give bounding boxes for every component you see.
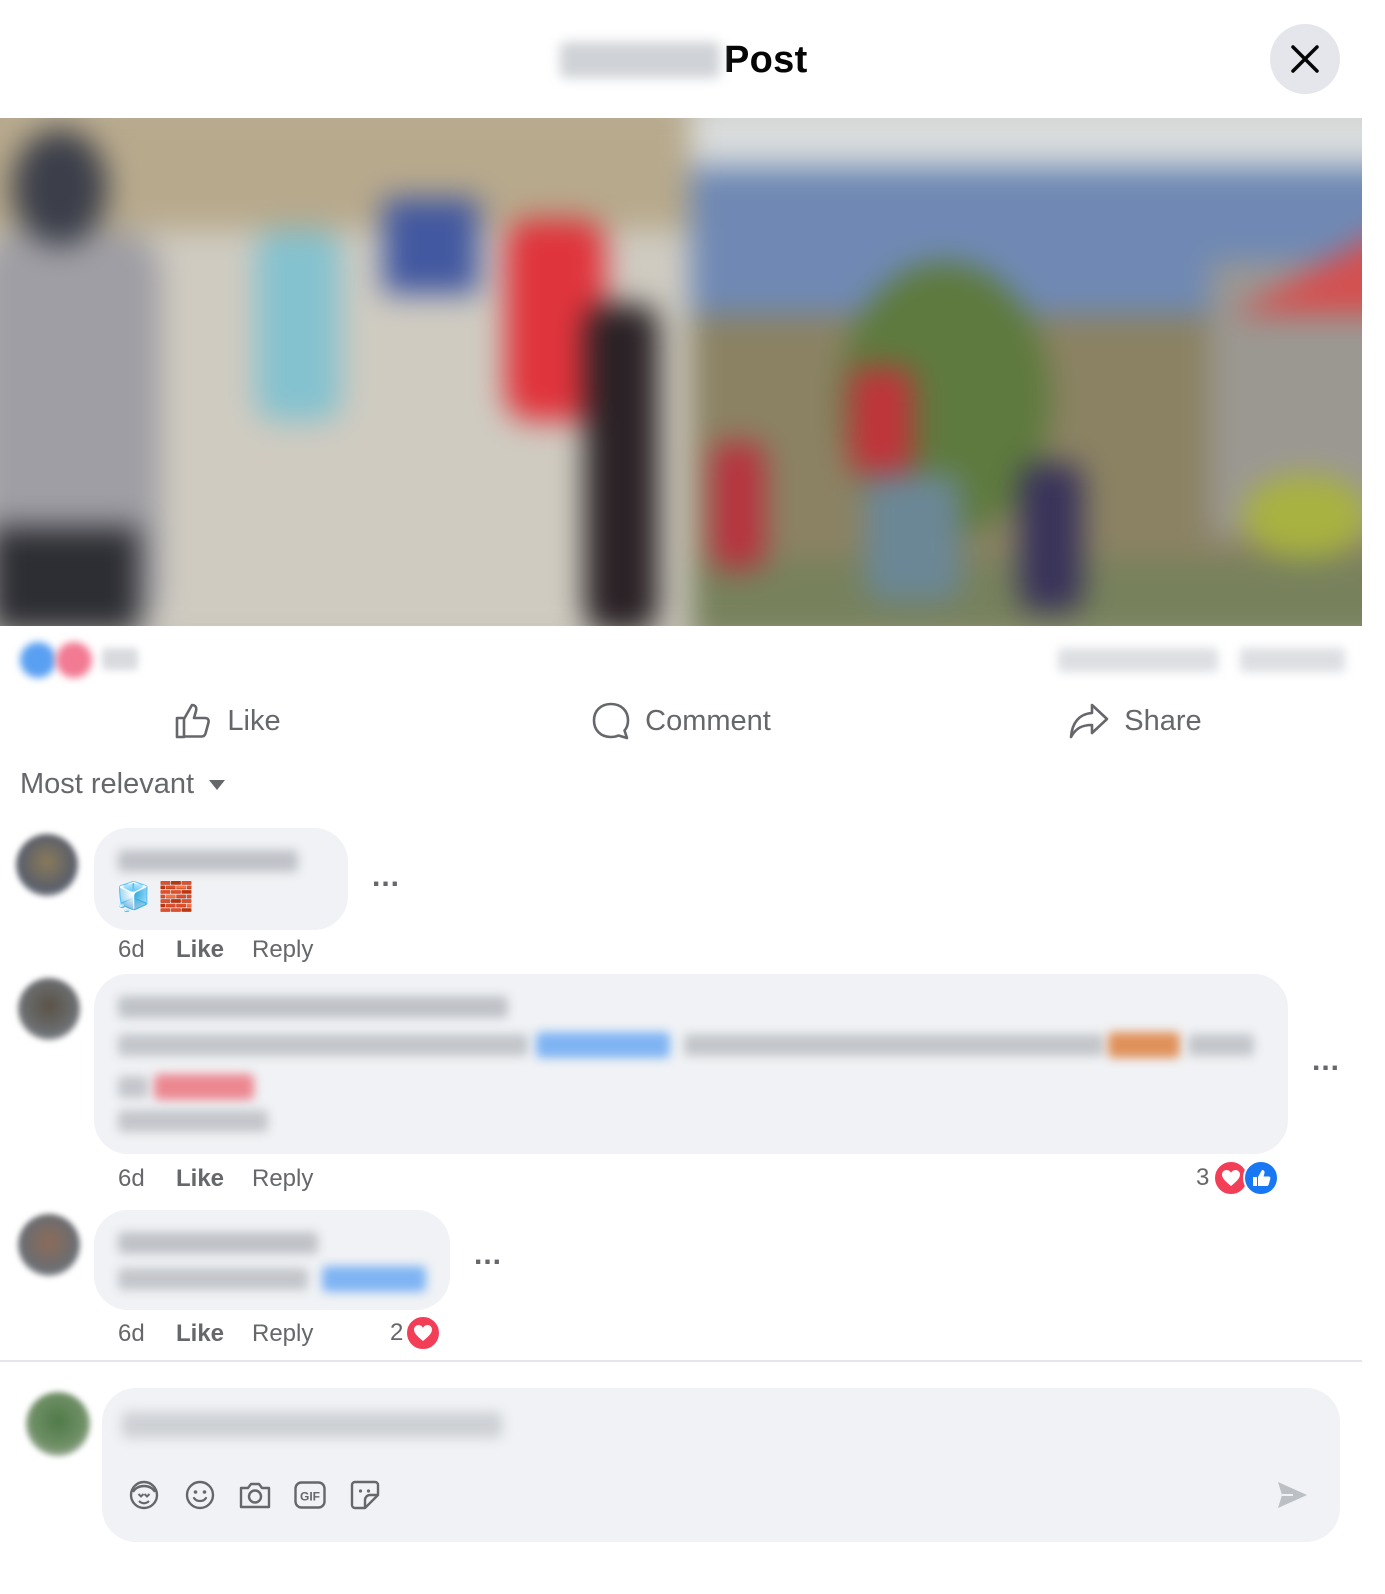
shares-count-blurred[interactable] [1240, 648, 1345, 672]
comment-meta: 6d Like Reply [118, 1165, 313, 1193]
comment-reactions[interactable]: 3 [1196, 1160, 1280, 1196]
caret-down-icon [209, 779, 226, 790]
send-button[interactable] [1272, 1475, 1312, 1515]
comment-bubble: 🧊 🧱 [94, 828, 348, 930]
sticker-icon [350, 1480, 380, 1510]
comment-like-button[interactable]: Like [176, 936, 252, 964]
comment-bubble [94, 1210, 450, 1310]
comment-text-blurred [118, 1268, 308, 1290]
composer-placeholder-blurred [122, 1412, 502, 1438]
dialog-title-wrap: Post [560, 36, 808, 84]
comment-reply-button[interactable]: Reply [252, 936, 313, 964]
share-button[interactable]: Share [908, 690, 1362, 752]
commenter-avatar[interactable] [18, 1214, 80, 1276]
reactions-summary[interactable] [0, 630, 1362, 688]
comment-reaction-count: 3 [1196, 1164, 1210, 1191]
share-label: Share [1124, 704, 1202, 737]
comment-emoji-blurred [154, 1074, 254, 1100]
current-user-avatar[interactable] [26, 1392, 90, 1456]
comment-options-button[interactable]: ... [474, 1240, 502, 1270]
comment-bubble-icon [592, 702, 630, 740]
comment-emoji-blurred [536, 1032, 670, 1058]
comment-text-blurred [118, 1034, 528, 1056]
comment-text-blurred [118, 1076, 148, 1098]
dialog-header: Post [0, 0, 1385, 118]
comment-hashtag-blurred[interactable] [118, 1110, 268, 1132]
avatar-sticker-icon [129, 1480, 159, 1510]
emoji-icon [185, 1480, 215, 1510]
comment-text-blurred [684, 1034, 1104, 1056]
share-arrow-icon [1069, 703, 1109, 739]
love-reaction-icon [56, 642, 92, 678]
comment-reactions[interactable]: 2 [390, 1315, 442, 1351]
close-button[interactable] [1270, 24, 1340, 94]
post-action-bar: Like Comment Share [0, 690, 1362, 752]
comment-reply-button[interactable]: Reply [252, 1320, 313, 1348]
commenter-avatar[interactable] [18, 978, 80, 1040]
comment-like-button[interactable]: Like [176, 1320, 252, 1348]
camera-icon [239, 1482, 271, 1509]
comment-timestamp[interactable]: 6d [118, 1320, 176, 1348]
comment-text-blurred [1188, 1034, 1254, 1056]
comment-meta: 6d Like Reply [118, 936, 313, 964]
comment-emoji-text: 🧊 🧱 [116, 881, 194, 912]
comment-reaction-count: 2 [390, 1319, 404, 1346]
blurred-page-name [560, 42, 720, 78]
comment-bubble [94, 974, 1288, 1154]
comment-emoji-blurred [322, 1266, 426, 1292]
comment-timestamp[interactable]: 6d [118, 936, 176, 964]
comment-timestamp[interactable]: 6d [118, 1165, 176, 1193]
post-photo-graphic [0, 118, 1362, 626]
dialog-title: Post [724, 38, 808, 81]
gif-icon: GIF [294, 1481, 326, 1509]
send-icon [1278, 1482, 1307, 1508]
thumbs-up-icon [176, 703, 211, 739]
post-photo[interactable] [0, 118, 1362, 626]
camera-button[interactable] [235, 1475, 275, 1515]
comment-options-button[interactable]: ... [372, 862, 400, 892]
avatar-sticker-button[interactable] [124, 1475, 164, 1515]
sticker-button[interactable] [345, 1475, 385, 1515]
commenter-name-blurred[interactable] [118, 850, 298, 872]
commenter-name-blurred[interactable] [118, 1232, 318, 1254]
heart-reaction-icon [405, 1315, 442, 1351]
reaction-count-blurred [102, 648, 138, 670]
comment-sort-dropdown[interactable]: Most relevant [20, 768, 226, 801]
gif-button[interactable]: GIF [290, 1475, 330, 1515]
comment-like-button[interactable]: Like [176, 1165, 252, 1193]
comment-label: Comment [645, 704, 771, 737]
sort-label: Most relevant [20, 768, 195, 800]
like-button[interactable]: Like [0, 690, 454, 752]
comment-options-button[interactable]: ... [1312, 1046, 1340, 1076]
gif-icon-label: GIF [300, 1490, 320, 1504]
section-divider [0, 1360, 1362, 1362]
close-icon [1291, 45, 1319, 73]
like-label: Like [227, 704, 281, 737]
comment-reply-button[interactable]: Reply [252, 1165, 313, 1193]
comment-button[interactable]: Comment [454, 690, 908, 752]
thumbs-up-reaction-icon [1243, 1160, 1280, 1196]
emoji-button[interactable] [180, 1475, 220, 1515]
commenter-avatar[interactable] [16, 834, 78, 896]
like-reaction-icon [20, 642, 56, 678]
commenter-name-blurred[interactable] [118, 996, 508, 1018]
comment-emoji-blurred [1108, 1032, 1180, 1058]
comments-count-blurred[interactable] [1058, 648, 1218, 672]
comment-meta: 6d Like Reply [118, 1320, 313, 1348]
